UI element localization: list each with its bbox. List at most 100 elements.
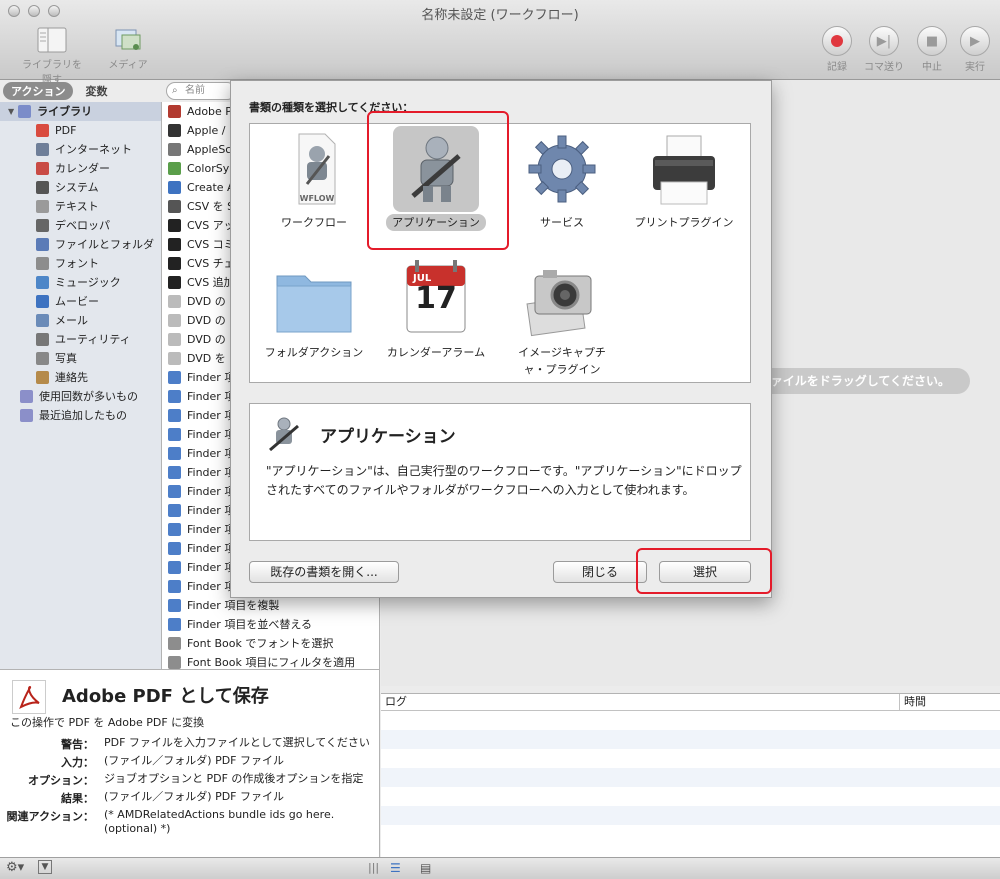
library-item[interactable]: 最近追加したもの xyxy=(0,406,161,425)
library-item[interactable]: メール xyxy=(0,311,161,330)
action-icon xyxy=(168,124,181,137)
library-item[interactable]: ミュージック xyxy=(0,273,161,292)
library-item-label: デベロッパ xyxy=(55,219,110,232)
description-key: 入力： xyxy=(61,756,94,769)
type-image-capture[interactable]: イメージキャプチャ・プラグイン xyxy=(502,256,622,378)
action-icon xyxy=(168,428,181,441)
library-icon xyxy=(18,105,32,118)
type-calendar-alarm-label: カレンダーアラーム xyxy=(386,346,486,359)
action-icon xyxy=(168,523,181,536)
action-item-label: DVD を xyxy=(187,352,226,365)
tab-actions[interactable]: アクション xyxy=(3,82,74,100)
action-icon xyxy=(168,105,181,118)
log-rows xyxy=(381,711,1000,844)
action-icon xyxy=(168,371,181,384)
printer-icon xyxy=(641,126,727,212)
action-search-input[interactable]: ⌕ 名前 xyxy=(166,82,236,100)
action-item-label: Finder 項 xyxy=(187,428,236,441)
smart-folder-icon xyxy=(20,390,33,403)
application-small-icon xyxy=(262,412,306,456)
open-existing-button[interactable]: 既存の書類を開く... xyxy=(249,561,399,583)
library-item[interactable]: ユーティリティ xyxy=(0,330,161,349)
step-button[interactable]: ▶| コマ送り xyxy=(862,26,906,73)
gear-menu-icon[interactable]: ⚙▾ xyxy=(6,860,24,875)
action-icon xyxy=(168,276,181,289)
type-workflow[interactable]: WFLOW ワークフロー xyxy=(254,126,374,231)
library-item[interactable]: テキスト xyxy=(0,197,161,216)
highlight-application xyxy=(367,111,509,250)
description-subtitle: この操作で PDF を Adobe PDF に変換 xyxy=(10,716,205,729)
library-item[interactable]: カレンダー xyxy=(0,159,161,178)
type-print-plugin[interactable]: プリントプラグイン xyxy=(624,126,744,231)
calendar-icon xyxy=(36,162,49,175)
library-item[interactable]: 使用回数が多いもの xyxy=(0,387,161,406)
action-item[interactable]: Font Book 項目にフィルタを適用 xyxy=(162,653,379,669)
action-icon xyxy=(168,618,181,631)
library-item[interactable]: デベロッパ xyxy=(0,216,161,235)
action-icon xyxy=(168,504,181,517)
compact-view-icon[interactable]: ▤ xyxy=(420,861,431,875)
library-item[interactable]: PDF xyxy=(0,121,161,140)
library-item-label: メール xyxy=(55,314,88,327)
action-icon xyxy=(168,409,181,422)
splitter-handle-icon[interactable]: ||| xyxy=(368,861,379,874)
action-item[interactable]: Finder 項目を複製 xyxy=(162,596,379,615)
library-item[interactable]: 写真 xyxy=(0,349,161,368)
type-folder-action[interactable]: フォルダアクション xyxy=(254,256,374,361)
action-item[interactable]: Finder 項目を並べ替える xyxy=(162,615,379,634)
action-item[interactable]: Font Book でフォントを選択 xyxy=(162,634,379,653)
log-row xyxy=(381,768,1000,787)
list-view-icon[interactable]: ☰ xyxy=(390,861,401,875)
disclosure-triangle-icon[interactable]: ▼ xyxy=(8,102,14,121)
library-item-label: ライブラリ xyxy=(37,105,93,118)
smart-folder-icon xyxy=(20,409,33,422)
description-value: PDF ファイルを入力ファイルとして選択してください xyxy=(104,736,370,749)
time-column-header[interactable]: 時間 xyxy=(900,694,926,710)
adobe-pdf-icon xyxy=(12,680,46,714)
record-button[interactable]: 記録 xyxy=(815,26,859,73)
description-toggle-icon[interactable]: ▼ xyxy=(38,860,52,874)
highlight-choose-button xyxy=(636,548,772,594)
step-icon: ▶| xyxy=(869,26,899,56)
library-item[interactable]: システム xyxy=(0,178,161,197)
run-button[interactable]: ▶ 実行 xyxy=(953,26,997,73)
library-item-label: ユーティリティ xyxy=(55,333,131,346)
library-item[interactable]: 連絡先 xyxy=(0,368,161,387)
description-row: 結果： (ファイル／フォルダ) PDF ファイル xyxy=(6,790,372,806)
log-column-header[interactable]: ログ xyxy=(381,694,900,710)
library-item[interactable]: ▼ ライブラリ xyxy=(0,102,161,121)
library-item-label: 写真 xyxy=(55,352,77,365)
library-item[interactable]: ムービー xyxy=(0,292,161,311)
type-calendar-alarm[interactable]: JUL 17 カレンダーアラーム xyxy=(376,256,496,361)
type-service[interactable]: サービス xyxy=(502,126,622,231)
media-button[interactable]: メディア xyxy=(98,26,158,71)
library-item[interactable]: フォント xyxy=(0,254,161,273)
action-item-label: DVD の xyxy=(187,333,226,346)
action-icon xyxy=(168,181,181,194)
hide-library-button[interactable]: ライブラリを隠す xyxy=(22,26,82,86)
description-key: 警告： xyxy=(61,738,94,751)
contacts-icon xyxy=(36,371,49,384)
library-item-label: テキスト xyxy=(55,200,99,213)
description-value: ジョブオプションと PDF の作成後オプションを指定 xyxy=(104,772,364,785)
log-row xyxy=(381,787,1000,806)
library-item-label: フォント xyxy=(55,257,99,270)
font-icon xyxy=(36,257,49,270)
type-info-box: アプリケーション "アプリケーション"は、自己実行型のワークフローです。"アプリ… xyxy=(249,403,751,541)
library-item-label: システム xyxy=(55,181,99,194)
action-item-label: Create A xyxy=(187,181,235,194)
description-value: (* AMDRelatedActions bundle ids go here.… xyxy=(104,808,335,835)
library-tabs: アクション 変数 xyxy=(3,82,115,100)
library-category-list: ▼ ライブラリ PDF インターネット カレンダーシステムテキストデベロッパファイルとフ… xyxy=(0,102,162,669)
library-item[interactable]: インターネット xyxy=(0,140,161,159)
close-button[interactable]: 閉じる xyxy=(553,561,647,583)
library-item[interactable]: ファイルとフォルダ xyxy=(0,235,161,254)
stop-button[interactable]: ■ 中止 xyxy=(910,26,954,73)
tab-variables[interactable]: 変数 xyxy=(77,82,115,100)
action-description-panel: Adobe PDF として保存 この操作で PDF を Adobe PDF に変… xyxy=(0,669,380,857)
action-icon xyxy=(168,333,181,346)
log-row xyxy=(381,825,1000,844)
record-label: 記録 xyxy=(827,62,847,73)
action-item-label: AppleSc xyxy=(187,143,232,156)
action-item-label: Font Book でフォントを選択 xyxy=(187,637,334,650)
